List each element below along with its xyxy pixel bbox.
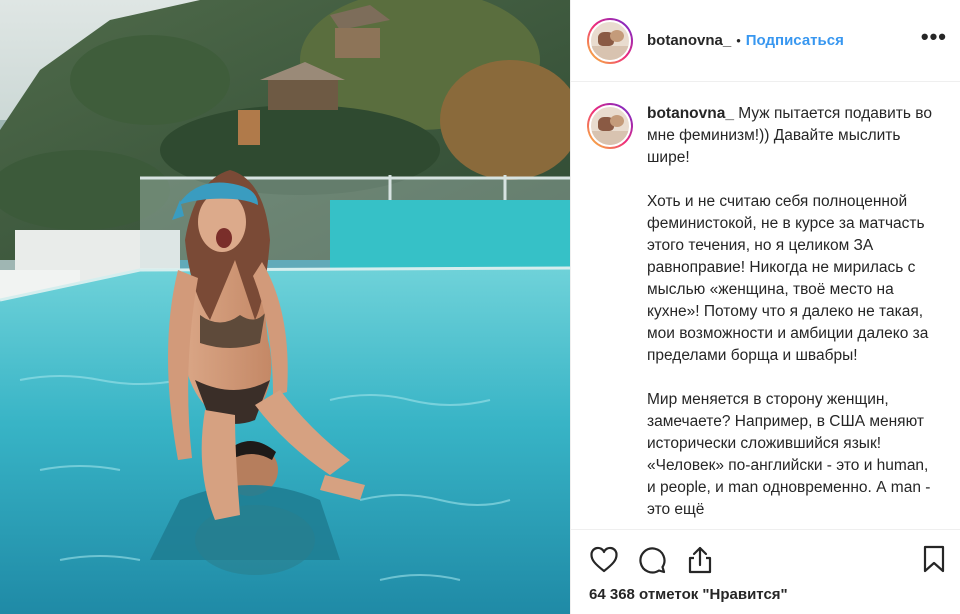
caption-paragraph: Мир меняется в сторону женщин, замечаете… bbox=[647, 391, 931, 518]
instagram-post: botanovna_ • Подписаться ••• botanovna_ … bbox=[0, 0, 960, 614]
caption-row: botanovna_ Муж пытается подавить во мне … bbox=[587, 103, 943, 529]
action-icons bbox=[589, 544, 715, 576]
avatar-image bbox=[589, 105, 631, 147]
pool-scene-image bbox=[0, 0, 570, 614]
share-icon[interactable] bbox=[685, 545, 715, 575]
avatar-image bbox=[589, 19, 631, 62]
post-sidebar: botanovna_ • Подписаться ••• botanovna_ … bbox=[570, 0, 960, 614]
post-header: botanovna_ • Подписаться ••• bbox=[571, 0, 960, 82]
follow-button[interactable]: Подписаться bbox=[746, 32, 844, 49]
bookmark-icon[interactable] bbox=[919, 544, 949, 574]
post-photo[interactable] bbox=[0, 0, 570, 614]
avatar[interactable] bbox=[587, 17, 633, 64]
comment-icon[interactable] bbox=[637, 545, 667, 575]
comments-section[interactable]: botanovna_ Муж пытается подавить во мне … bbox=[571, 83, 960, 529]
caption-username[interactable]: botanovna_ bbox=[647, 105, 734, 122]
header-separator: • bbox=[736, 33, 741, 48]
post-actions: 64 368 отметок "Нравится" bbox=[571, 529, 960, 614]
caption-paragraph: Хоть и не считаю себя полноценной фемини… bbox=[647, 193, 929, 364]
caption-paragraph: botanovna_ Муж пытается подавить во мне … bbox=[647, 103, 939, 169]
heart-icon[interactable] bbox=[589, 545, 619, 575]
more-options-icon[interactable]: ••• bbox=[921, 26, 947, 48]
caption-avatar[interactable] bbox=[587, 103, 633, 149]
header-username[interactable]: botanovna_ bbox=[647, 32, 731, 49]
caption-text: botanovna_ Муж пытается подавить во мне … bbox=[647, 103, 939, 529]
likes-count[interactable]: 64 368 отметок "Нравится" bbox=[589, 586, 788, 603]
